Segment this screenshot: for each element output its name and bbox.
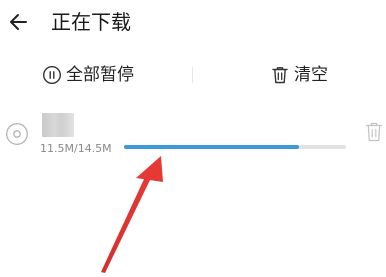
download-progress-bar — [124, 145, 346, 149]
download-item[interactable]: 11.5M/14.5M — [0, 108, 386, 164]
clear-button[interactable]: 清空 — [270, 60, 328, 90]
file-name-redacted — [42, 113, 74, 137]
back-arrow-icon[interactable] — [6, 9, 32, 35]
delete-icon[interactable] — [364, 121, 384, 143]
trash-icon — [272, 67, 288, 84]
pause-all-button[interactable]: 全部暂停 — [42, 60, 134, 90]
pause-circle-icon — [42, 65, 62, 85]
toolbar-divider — [192, 67, 193, 83]
file-size-text: 11.5M/14.5M — [40, 142, 112, 155]
clear-label: 清空 — [294, 65, 328, 85]
toolbar: 全部暂停 清空 — [0, 60, 386, 90]
download-progress-fill — [124, 145, 300, 149]
page-title: 正在下载 — [51, 10, 131, 34]
pause-all-label: 全部暂停 — [66, 65, 134, 85]
header: 正在下载 — [0, 0, 386, 44]
disc-icon — [6, 123, 28, 145]
